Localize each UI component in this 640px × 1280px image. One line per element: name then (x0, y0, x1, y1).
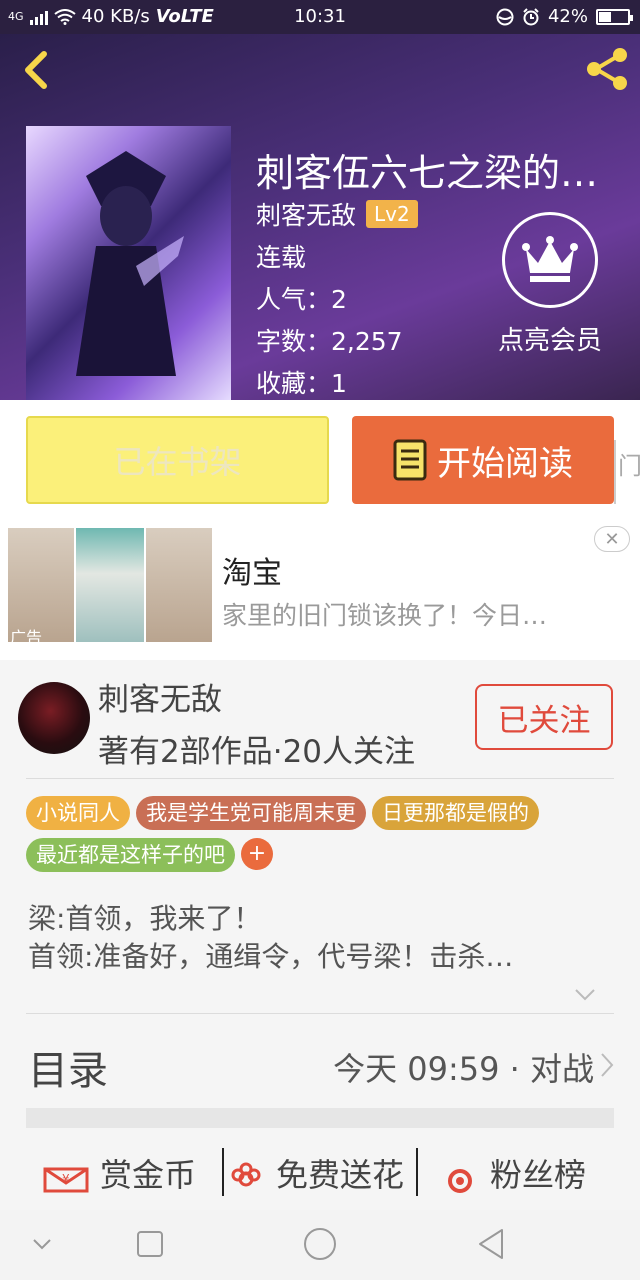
back-triangle-icon[interactable] (470, 1222, 514, 1266)
synopsis-line: 首领:准备好，通缉令，代号梁！击杀… (28, 940, 514, 973)
divider (26, 778, 614, 779)
flower-icon (231, 1162, 261, 1187)
edge-overlay: 门 (614, 440, 640, 504)
send-flower-label: 免费送花 (276, 1156, 405, 1194)
separator (416, 1148, 418, 1196)
latest-chapter: 今天 09:59 · 对战 (333, 1050, 594, 1088)
section-separator (26, 1108, 614, 1128)
ad-close-button[interactable]: ✕ (594, 526, 630, 552)
tag-chip[interactable]: 小说同人 (26, 796, 130, 830)
chevron-right-icon (601, 1053, 614, 1077)
add-tag-button[interactable]: + (241, 838, 273, 870)
book-icon (393, 439, 427, 481)
author-stats: 著有2部作品·20人关注 (98, 734, 416, 770)
popularity-stat: 人气：2 (256, 285, 347, 314)
book-cover[interactable] (26, 126, 231, 400)
battery-icon (596, 8, 633, 25)
vip-button[interactable]: 点亮会员 (490, 212, 610, 357)
reward-coins-button[interactable]: ¥ 赏金币 (42, 1150, 196, 1196)
tag-chip[interactable]: 日更那都是假的 (372, 796, 539, 830)
author-section-name[interactable]: 刺客无敌 (98, 674, 222, 719)
alarm-icon (523, 7, 539, 25)
battery-fill (599, 11, 611, 22)
catalog-label: 目录 (28, 1048, 108, 1094)
author-section: 刺客无敌 著有2部作品·20人关注 已关注 (0, 660, 640, 778)
tag-list: 小说同人 我是学生党可能周末更 日更那都是假的 最近都是这样子的吧 + (26, 796, 616, 872)
function-bar: ¥ 赏金币 免费送花 粉丝榜 (0, 1140, 640, 1210)
vip-circle (502, 212, 598, 308)
chevron-left-icon (25, 51, 47, 89)
svg-text:¥: ¥ (62, 1172, 70, 1186)
separator (222, 1148, 224, 1196)
ad-tag: 广告 (10, 628, 43, 647)
ad-description: 家里的旧门锁该换了！今日… (222, 601, 548, 630)
level-badge: Lv2 (366, 200, 418, 228)
favorites-stat: 收藏：1 (256, 369, 347, 398)
serial-status: 连载 (256, 243, 307, 272)
action-bar: 已在书架 开始阅读 门 (0, 400, 640, 520)
word-count-stat: 字数：2,257 (256, 327, 403, 356)
fan-ranking-label: 粉丝榜 (490, 1156, 587, 1194)
author-row: 刺客无敌 Lv2 (256, 196, 418, 232)
ad-image-right (146, 528, 212, 642)
catalog-row[interactable]: 目录 今天 09:59 · 对战 (0, 1014, 640, 1108)
ad-title: 淘宝 (222, 556, 282, 591)
tag-chip[interactable]: 我是学生党可能周末更 (136, 796, 366, 830)
data-saver-icon (496, 8, 514, 25)
crown-icon (522, 236, 578, 282)
synopsis-line: 梁:首领，我来了！ (28, 902, 262, 935)
following-button[interactable]: 已关注 (475, 684, 613, 750)
avatar[interactable] (18, 682, 90, 754)
synopsis[interactable]: 梁:首领，我来了！ 首领:准备好，通缉令，代号梁！击杀… (28, 900, 598, 976)
book-header: 刺客伍六七之梁的… 刺客无敌 Lv2 连载 人气：2 字数：2,257 收藏：1… (0, 34, 640, 400)
recent-apps-icon[interactable] (128, 1222, 172, 1266)
start-reading-button[interactable]: 开始阅读 (352, 416, 614, 504)
status-bar: 4G 40 KB/s VoLTE 10:31 42% (0, 0, 640, 34)
vip-label: 点亮会员 (497, 326, 602, 356)
author-name[interactable]: 刺客无敌 (256, 196, 356, 232)
reward-envelope-icon: ¥ (43, 1167, 89, 1193)
cover-illustration (76, 151, 184, 376)
back-button[interactable] (14, 44, 58, 94)
home-icon[interactable] (298, 1222, 342, 1266)
close-icon: ✕ (604, 528, 620, 550)
share-button[interactable] (582, 44, 632, 94)
system-nav-bar (0, 1210, 640, 1280)
start-reading-label: 开始阅读 (437, 443, 573, 484)
chevron-down-icon[interactable] (574, 988, 596, 1002)
send-flower-button[interactable]: 免费送花 (226, 1150, 404, 1196)
share-icon (587, 48, 627, 90)
status-right: 42% (496, 6, 633, 27)
chevron-down-icon[interactable] (20, 1222, 64, 1266)
tag-chip[interactable]: 最近都是这样子的吧 (26, 838, 235, 872)
battery-percent: 42% (547, 6, 588, 27)
fan-ranking-button[interactable]: 粉丝榜 (440, 1150, 586, 1196)
in-bookshelf-button[interactable]: 已在书架 (26, 416, 329, 504)
ad-image-middle (76, 528, 144, 642)
ranking-icon (448, 1169, 472, 1193)
reward-coins-label: 赏金币 (100, 1156, 197, 1194)
ad-banner[interactable]: 广告 淘宝 家里的旧门锁该换了！今日… ✕ (0, 520, 640, 660)
book-title: 刺客伍六七之梁的… (256, 151, 599, 195)
